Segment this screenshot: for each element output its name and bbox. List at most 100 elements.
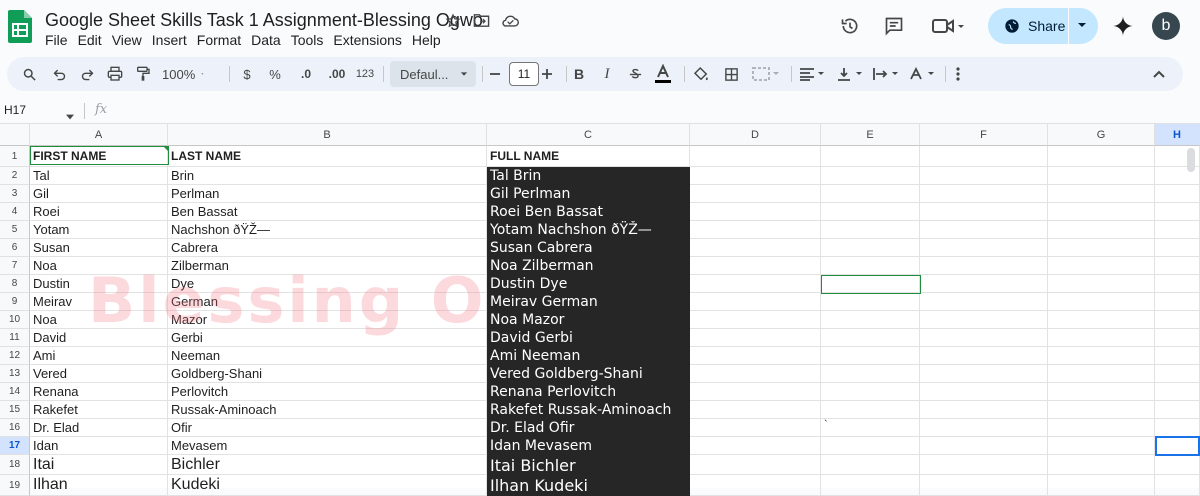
document-title[interactable]: Google Sheet Skills Task 1 Assignment-Bl… xyxy=(45,10,483,31)
cell-b6[interactable]: Cabrera xyxy=(168,239,487,257)
decrease-font-size-icon[interactable] xyxy=(487,57,503,91)
sheets-logo-icon[interactable] xyxy=(8,10,32,43)
share-button[interactable]: Share xyxy=(988,8,1098,44)
row-header[interactable]: 19 xyxy=(0,475,30,496)
cell-a13[interactable]: Vered xyxy=(30,365,168,383)
cell-g1[interactable] xyxy=(1048,146,1155,167)
cell-h8[interactable] xyxy=(1155,275,1200,293)
cell-c14[interactable]: Renana Perlovitch xyxy=(487,383,690,401)
cell-f16[interactable] xyxy=(920,419,1048,437)
cell-h6[interactable] xyxy=(1155,239,1200,257)
menu-tools[interactable]: Tools xyxy=(291,32,330,48)
cell-a16[interactable]: Dr. Elad xyxy=(30,419,168,437)
cell-e14[interactable] xyxy=(821,383,920,401)
cell-c1[interactable]: FULL NAME xyxy=(487,146,690,167)
cell-g15[interactable] xyxy=(1048,401,1155,419)
cell-d18[interactable] xyxy=(690,455,821,475)
menu-data[interactable]: Data xyxy=(251,32,287,48)
cell-e12[interactable] xyxy=(821,347,920,365)
cell-h12[interactable] xyxy=(1155,347,1200,365)
vertical-align-icon[interactable] xyxy=(835,57,867,91)
cell-g10[interactable] xyxy=(1048,311,1155,329)
cell-f14[interactable] xyxy=(920,383,1048,401)
cell-g16[interactable] xyxy=(1048,419,1155,437)
cell-d4[interactable] xyxy=(690,203,821,221)
cell-e11[interactable] xyxy=(821,329,920,347)
cell-f17[interactable] xyxy=(920,437,1048,455)
column-header-f[interactable]: F xyxy=(920,124,1048,146)
cell-c3[interactable]: Gil Perlman xyxy=(487,185,690,203)
cell-f2[interactable] xyxy=(920,167,1048,185)
decrease-decimal-button[interactable]: .0 xyxy=(296,57,316,91)
cell-a2[interactable]: Tal xyxy=(30,167,168,185)
cell-c9[interactable]: Meirav German xyxy=(487,293,690,311)
row-header[interactable]: 17 xyxy=(0,437,30,455)
cell-e18[interactable] xyxy=(821,455,920,475)
comments-icon[interactable] xyxy=(876,8,912,44)
column-header-c[interactable]: C xyxy=(487,124,690,146)
name-box[interactable]: H17 xyxy=(4,103,26,117)
more-options-icon[interactable] xyxy=(951,57,965,91)
cell-c8[interactable]: Dustin Dye xyxy=(487,275,690,293)
row-header[interactable]: 3 xyxy=(0,185,30,203)
cell-d12[interactable] xyxy=(690,347,821,365)
cell-g19[interactable] xyxy=(1048,475,1155,496)
row-header[interactable]: 6 xyxy=(0,239,30,257)
row-header[interactable]: 7 xyxy=(0,257,30,275)
cell-b14[interactable]: Perlovitch xyxy=(168,383,487,401)
cell-d11[interactable] xyxy=(690,329,821,347)
cell-b17[interactable]: Mevasem xyxy=(168,437,487,455)
cell-f18[interactable] xyxy=(920,455,1048,475)
name-box-dropdown-icon[interactable] xyxy=(66,107,74,125)
menu-edit[interactable]: Edit xyxy=(78,32,108,48)
row-header[interactable]: 2 xyxy=(0,167,30,185)
cell-h13[interactable] xyxy=(1155,365,1200,383)
cell-c17[interactable]: Idan Mevasem xyxy=(487,437,690,455)
cell-f11[interactable] xyxy=(920,329,1048,347)
cell-g9[interactable] xyxy=(1048,293,1155,311)
cell-f15[interactable] xyxy=(920,401,1048,419)
cell-f19[interactable] xyxy=(920,475,1048,496)
cell-c13[interactable]: Vered Goldberg-Shani xyxy=(487,365,690,383)
cell-f4[interactable] xyxy=(920,203,1048,221)
cell-h14[interactable] xyxy=(1155,383,1200,401)
cell-b13[interactable]: Goldberg-Shani xyxy=(168,365,487,383)
cell-e5[interactable] xyxy=(821,221,920,239)
currency-format-button[interactable]: $ xyxy=(239,57,255,91)
menu-file[interactable]: File xyxy=(45,32,74,48)
cell-b4[interactable]: Ben Bassat xyxy=(168,203,487,221)
italic-button[interactable]: I xyxy=(599,57,615,91)
cell-c16[interactable]: Dr. Elad Ofir xyxy=(487,419,690,437)
cell-c2[interactable]: Tal Brin xyxy=(487,167,690,185)
search-menus-icon[interactable] xyxy=(19,57,39,91)
row-header[interactable]: 18 xyxy=(0,455,30,475)
row-header[interactable]: 14 xyxy=(0,383,30,401)
star-icon[interactable] xyxy=(444,12,461,29)
column-header-e[interactable]: E xyxy=(821,124,920,146)
version-history-icon[interactable] xyxy=(832,8,868,44)
text-rotation-icon[interactable] xyxy=(907,57,939,91)
cell-b1[interactable]: LAST NAME xyxy=(168,146,487,167)
cell-a14[interactable]: Renana xyxy=(30,383,168,401)
row-header[interactable]: 12 xyxy=(0,347,30,365)
cell-f7[interactable] xyxy=(920,257,1048,275)
cell-h9[interactable] xyxy=(1155,293,1200,311)
cell-d14[interactable] xyxy=(690,383,821,401)
cell-d15[interactable] xyxy=(690,401,821,419)
row-header[interactable]: 10 xyxy=(0,311,30,329)
cell-f3[interactable] xyxy=(920,185,1048,203)
cell-c10[interactable]: Noa Mazor xyxy=(487,311,690,329)
print-icon[interactable] xyxy=(105,57,125,91)
cell-e8[interactable] xyxy=(821,275,920,293)
column-header-d[interactable]: D xyxy=(690,124,821,146)
cell-g8[interactable] xyxy=(1048,275,1155,293)
cell-d10[interactable] xyxy=(690,311,821,329)
cell-c5[interactable]: Yotam Nachshon ðŸŽ— xyxy=(487,221,690,239)
gemini-icon[interactable] xyxy=(1105,8,1141,44)
cell-c6[interactable]: Susan Cabrera xyxy=(487,239,690,257)
cell-c7[interactable]: Noa Zilberman xyxy=(487,257,690,275)
menu-format[interactable]: Format xyxy=(197,32,247,48)
cell-f10[interactable] xyxy=(920,311,1048,329)
text-wrapping-icon[interactable] xyxy=(871,57,903,91)
row-header[interactable]: 4 xyxy=(0,203,30,221)
